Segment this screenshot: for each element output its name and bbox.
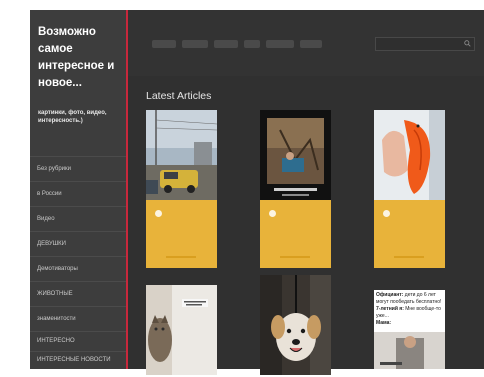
sidebar: Возможно самое интересное и новое... кар… — [30, 10, 128, 369]
sidebar-item-zhivotnye[interactable]: ЖИВОТНЫЕ — [30, 281, 126, 306]
sidebar-item-znamenitosti[interactable]: знаменитости — [30, 306, 126, 331]
sidebar-item-label: Видео — [37, 216, 55, 222]
arrow-icon — [269, 210, 276, 217]
sidebar-item-label: ИНТЕРЕСНЫЕ НОВОСТИ — [37, 357, 111, 363]
article-caption[interactable] — [260, 200, 331, 268]
section-title: Latest Articles — [146, 90, 212, 102]
sidebar-item-label: знаменитости — [37, 316, 76, 322]
article-meta — [280, 256, 310, 258]
sidebar-item-label: в России — [37, 191, 62, 197]
street-car-photo — [146, 110, 217, 200]
site-tagline: картинки, фото, видео, интересность.) — [38, 110, 107, 124]
sidebar-item-interesnye-novosti[interactable]: ИНТЕРЕСНЫЕ НОВОСТИ — [30, 351, 126, 377]
sidebar-item-demotivatory[interactable]: Демотиваторы — [30, 256, 126, 281]
article-card[interactable] — [146, 285, 217, 375]
demotivator-photo — [260, 110, 331, 200]
category-list: Без рубрики в России Видео ДЕВУШКИ Демот… — [30, 156, 126, 377]
sidebar-item-v-rossii[interactable]: в России — [30, 181, 126, 206]
cat-photo — [146, 285, 217, 375]
sidebar-item-label: Без рубрики — [37, 166, 71, 172]
article-card[interactable] — [260, 275, 331, 375]
meme-speaker: 7-летний я: — [376, 306, 404, 312]
arrow-icon — [155, 210, 162, 217]
nav-link[interactable] — [152, 40, 176, 48]
sidebar-item-label: Демотиваторы — [37, 266, 78, 272]
article-meta — [394, 256, 424, 258]
nav-link[interactable] — [244, 40, 260, 48]
sidebar-item-label: ЖИВОТНЫЕ — [37, 291, 73, 297]
meme-text: Официант: дети до 6 лет могут пообедать … — [374, 290, 445, 329]
sidebar-item-devushki[interactable]: ДЕВУШКИ — [30, 231, 126, 256]
article-meta — [166, 256, 196, 258]
hand-fish-photo — [374, 110, 445, 200]
article-card[interactable]: Официант: дети до 6 лет могут пообедать … — [374, 290, 445, 369]
sidebar-item-video[interactable]: Видео — [30, 206, 126, 231]
meme-photo — [374, 332, 445, 369]
meme-speaker: Официант: — [376, 292, 404, 298]
site-title[interactable]: Возможно самое интересное и новое... — [38, 24, 124, 92]
meme-speaker: Мама: — [376, 320, 392, 326]
top-bar — [128, 10, 484, 76]
article-thumbnail[interactable] — [146, 110, 217, 200]
sidebar-item-bez-rubriki[interactable]: Без рубрики — [30, 156, 126, 181]
article-thumbnail[interactable] — [260, 110, 331, 200]
sidebar-item-interesno[interactable]: ИНТЕРЕСНО — [30, 331, 126, 351]
nav-link[interactable] — [266, 40, 294, 48]
article-caption[interactable] — [146, 200, 217, 268]
page-frame: Возможно самое интересное и новое... кар… — [0, 0, 484, 375]
article-caption[interactable] — [374, 200, 445, 268]
sidebar-item-label: ДЕВУШКИ — [37, 241, 66, 247]
nav-link[interactable] — [214, 40, 238, 48]
arrow-icon — [383, 210, 390, 217]
nav-link[interactable] — [300, 40, 322, 48]
nav-link[interactable] — [182, 40, 208, 48]
search-input[interactable] — [375, 37, 475, 51]
dog-photo — [260, 275, 331, 375]
article-thumbnail[interactable] — [374, 110, 445, 200]
main-content: Latest Articles Официант: дети до 6 лет … — [128, 10, 484, 375]
search-icon[interactable] — [464, 40, 471, 47]
sidebar-item-label: ИНТЕРЕСНО — [37, 338, 75, 344]
